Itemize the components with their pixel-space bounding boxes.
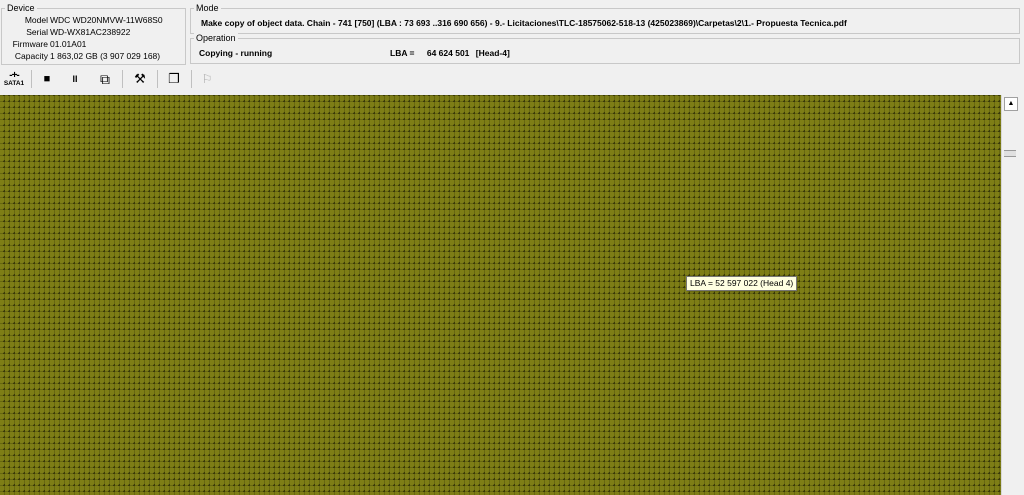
device-panel: Device Model WDC WD20NMVW-11W68S0 Serial… [1,3,186,65]
toolbar-separator [122,70,123,88]
sector-map[interactable] [0,95,1001,495]
sata-port-label: SATA1 [3,80,25,87]
device-model-label: Model [24,15,48,25]
pause-icon: II [72,74,78,84]
device-panel-title: Device [5,3,37,14]
toolbar-separator [191,70,192,88]
toolbar-separator [157,70,158,88]
run-button[interactable]: ⚐ [198,68,216,90]
device-capacity-row: Capacity 1 863,02 GB (3 907 029 168) [2,51,186,62]
stop-icon: ■ [43,73,51,85]
operation-lba: LBA = 64 624 501 [Head-4] [390,48,510,58]
device-serial-row: Serial WD-WX81AC238922 [2,27,186,38]
toolbar-separator [31,70,32,88]
operation-panel-title: Operation [194,33,238,44]
scroll-up-button[interactable]: ▲ [1004,97,1018,111]
export-button[interactable]: ⧉ [95,68,115,90]
stop-button[interactable]: ■ [38,68,56,90]
operation-head: [Head-4] [475,48,510,58]
sata-connector-icon: -+- [9,70,19,81]
mode-panel-title: Mode [194,3,221,14]
device-firmware-row: Firmware 01.01A01 [2,39,186,50]
device-serial-value: WD-WX81AC238922 [50,27,131,37]
device-model-row: Model WDC WD20NMVW-11W68S0 [2,15,186,26]
sata-port-button[interactable]: -+- SATA1 [1,68,27,90]
scroll-thumb[interactable] [1004,150,1016,157]
export-icon: ⧉ [100,70,110,87]
sector-map-scrollbar[interactable]: ▲ [1001,95,1019,495]
device-model-value: WDC WD20NMVW-11W68S0 [50,15,163,25]
operation-status: Copying - running [199,48,273,58]
mode-description: Make copy of object data. Chain - 741 [7… [201,18,847,28]
toolbar: -+- SATA1 ■ II ⧉ ⚒ ❐ ⚐ [0,67,1024,92]
operation-lba-label: LBA = [390,48,415,58]
device-firmware-value: 01.01A01 [50,39,87,49]
device-firmware-label: Firmware [12,39,48,49]
device-serial-label: Serial [26,27,48,37]
tools-icon: ⚒ [134,71,146,86]
device-capacity-value: 1 863,02 GB (3 907 029 168) [50,51,161,61]
operation-lba-value: 64 624 501 [426,48,470,58]
tools-button[interactable]: ⚒ [130,68,150,90]
device-capacity-label: Capacity [14,51,48,61]
pause-button[interactable]: II [66,68,84,90]
operation-panel: Operation Copying - running LBA = 64 624… [190,33,1020,64]
copy-button[interactable]: ❐ [164,68,184,90]
copy-icon: ❐ [168,71,180,86]
run-icon: ⚐ [201,72,213,86]
sector-map-blocks [0,95,1001,495]
mode-panel: Mode Make copy of object data. Chain - 7… [190,3,1020,34]
lba-tooltip: LBA = 52 597 022 (Head 4) [686,276,798,291]
